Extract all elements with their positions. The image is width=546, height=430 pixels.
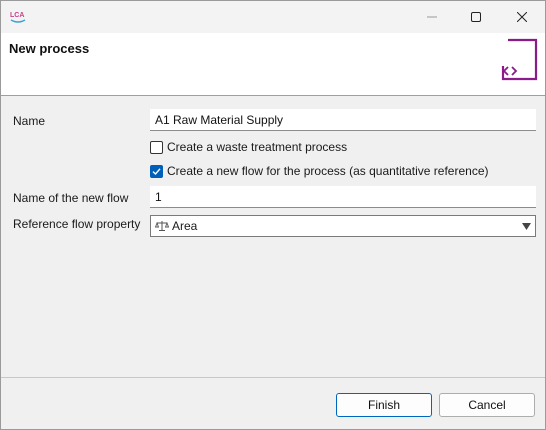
name-label: Name [13,114,46,128]
title-bar: LCA [1,1,545,33]
flow-name-label: Name of the new flow [13,191,129,205]
waste-treatment-checkbox[interactable] [150,140,163,154]
app-logo-text: LCA [10,12,24,19]
cancel-button[interactable]: Cancel [439,393,535,417]
dropdown-arrow-icon[interactable] [522,223,531,230]
footer-divider [1,377,545,378]
waste-treatment-option[interactable]: Create a waste treatment process [150,139,347,155]
wizard-header: New process [1,33,545,96]
new-flow-checkbox[interactable] [150,164,163,178]
minimize-button[interactable] [409,1,455,33]
ref-property-select[interactable]: Area [150,215,536,237]
finish-button[interactable]: Finish [336,393,432,417]
new-flow-option[interactable]: Create a new flow for the process (as qu… [150,163,489,179]
page-title: New process [9,41,90,56]
lca-app-icon: LCA [10,12,26,23]
ref-property-label: Reference flow property [13,217,141,231]
scale-icon [155,221,169,231]
new-process-dialog: LCA New process Name A1 Raw Material Sup… [0,0,546,430]
waste-treatment-label: Create a waste treatment process [167,140,348,154]
flow-name-input[interactable]: 1 [150,186,536,208]
new-flow-label: Create a new flow for the process (as qu… [167,164,489,178]
maximize-icon [471,12,481,22]
checkmark-icon [152,167,161,175]
name-input[interactable]: A1 Raw Material Supply [150,109,536,131]
close-button[interactable] [499,1,545,33]
process-wizard-icon [501,38,538,81]
ref-property-value: Area [172,219,198,233]
close-icon [517,12,527,22]
maximize-button[interactable] [453,1,499,33]
minimize-icon [427,16,437,18]
